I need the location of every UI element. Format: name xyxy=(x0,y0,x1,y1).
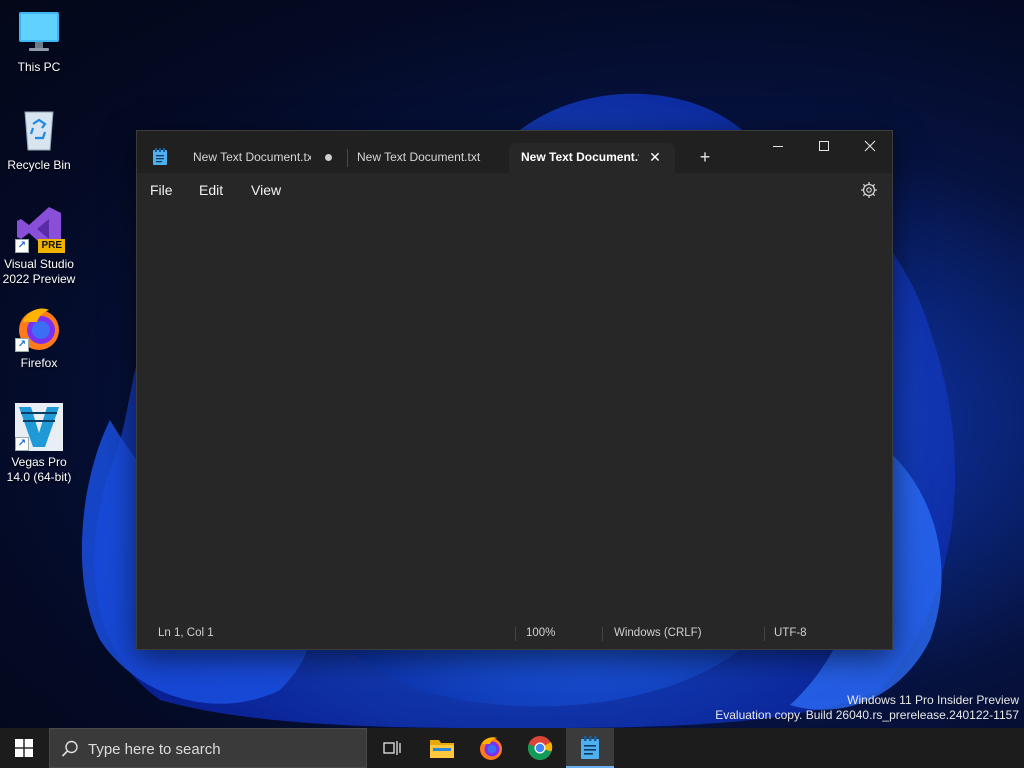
taskbar-file-explorer[interactable] xyxy=(418,728,466,768)
tab-label: New Text Document.txt xyxy=(357,150,481,164)
cursor-position: Ln 1, Col 1 xyxy=(158,627,214,639)
notepad-window: New Text Document.txt New Text Document.… xyxy=(136,130,893,650)
desktop-icon-label: This PC xyxy=(17,60,61,74)
close-button[interactable] xyxy=(847,131,893,161)
folder-icon xyxy=(430,740,454,758)
tab-document-1[interactable]: New Text Document.txt xyxy=(181,143,341,173)
monitor-icon xyxy=(15,8,63,56)
line-ending[interactable]: Windows (CRLF) xyxy=(614,627,702,639)
notepad-app-icon xyxy=(153,148,167,165)
taskbar-notepad[interactable] xyxy=(566,728,614,768)
title-bar[interactable]: New Text Document.txt New Text Document.… xyxy=(137,131,892,173)
encoding[interactable]: UTF-8 xyxy=(774,627,807,639)
firefox-icon xyxy=(480,737,502,760)
close-icon xyxy=(864,140,876,152)
unsaved-indicator-icon xyxy=(325,154,332,161)
taskbar-search-box[interactable] xyxy=(49,728,367,768)
desktop-icon-recycle-bin[interactable]: Recycle Bin xyxy=(2,106,76,173)
status-bar: Ln 1, Col 1 100% Windows (CRLF) UTF-8 xyxy=(137,619,892,649)
shortcut-arrow-icon: ↗ xyxy=(15,437,29,451)
zoom-level[interactable]: 100% xyxy=(526,627,555,639)
status-separator xyxy=(515,627,516,641)
desktop-icon-this-pc[interactable]: This PC xyxy=(2,8,76,75)
status-separator xyxy=(602,627,603,641)
settings-gear-icon[interactable] xyxy=(860,181,878,199)
desktop-icon-label: Vegas Pro 14.0 (64-bit) xyxy=(6,455,72,484)
new-tab-button[interactable]: + xyxy=(693,145,717,171)
taskbar xyxy=(0,728,1024,768)
desktop-icon-visual-studio[interactable]: PRE ↗ Visual Studio 2022 Preview xyxy=(2,205,76,287)
visual-studio-icon: PRE ↗ xyxy=(15,205,65,253)
taskbar-firefox[interactable] xyxy=(467,728,515,768)
windows-logo-icon xyxy=(15,739,33,757)
desktop-icon-label: Visual Studio 2022 Preview xyxy=(2,257,76,286)
start-button[interactable] xyxy=(0,728,48,768)
task-view-icon xyxy=(383,741,401,755)
build-watermark: Windows 11 Pro Insider Preview Evaluatio… xyxy=(715,693,1019,723)
desktop-icon-label: Firefox xyxy=(20,356,58,370)
tab-document-2[interactable]: New Text Document.txt xyxy=(345,143,505,173)
search-input[interactable] xyxy=(88,737,358,761)
vegas-pro-icon: ↗ xyxy=(15,403,63,451)
chrome-icon xyxy=(528,736,553,760)
task-view-button[interactable] xyxy=(368,728,416,768)
maximize-button[interactable] xyxy=(801,131,847,161)
tab-label: New Text Document.txt xyxy=(193,150,311,164)
status-separator xyxy=(764,627,765,641)
watermark-line-1: Windows 11 Pro Insider Preview xyxy=(847,693,1019,707)
taskbar-chrome[interactable] xyxy=(516,728,564,768)
maximize-icon xyxy=(819,141,829,151)
tab-document-3-active[interactable]: New Text Document.txt ✕ xyxy=(509,143,675,173)
shortcut-arrow-icon: ↗ xyxy=(15,338,29,352)
menu-edit[interactable]: Edit xyxy=(199,182,223,198)
desktop-icon-vegas-pro[interactable]: ↗ Vegas Pro 14.0 (64-bit) xyxy=(2,403,76,485)
menu-bar: File Edit View xyxy=(137,173,892,207)
notepad-icon xyxy=(581,736,599,759)
tab-label: New Text Document.txt xyxy=(521,150,639,164)
minimize-button[interactable] xyxy=(755,131,801,161)
tab-close-icon[interactable]: ✕ xyxy=(645,143,665,171)
shortcut-arrow-icon: ↗ xyxy=(15,239,29,253)
preview-badge: PRE xyxy=(38,239,65,253)
text-editor-area[interactable] xyxy=(137,207,892,619)
menu-view[interactable]: View xyxy=(251,182,281,198)
watermark-line-2: Evaluation copy. Build 26040.rs_prerelea… xyxy=(715,708,1019,722)
firefox-icon: ↗ xyxy=(15,304,63,352)
search-icon xyxy=(61,740,78,757)
minimize-icon xyxy=(773,146,783,147)
recycle-bin-icon xyxy=(15,106,63,154)
menu-file[interactable]: File xyxy=(150,182,173,198)
desktop-icon-firefox[interactable]: ↗ Firefox xyxy=(2,304,76,371)
desktop-icon-label: Recycle Bin xyxy=(7,158,71,172)
